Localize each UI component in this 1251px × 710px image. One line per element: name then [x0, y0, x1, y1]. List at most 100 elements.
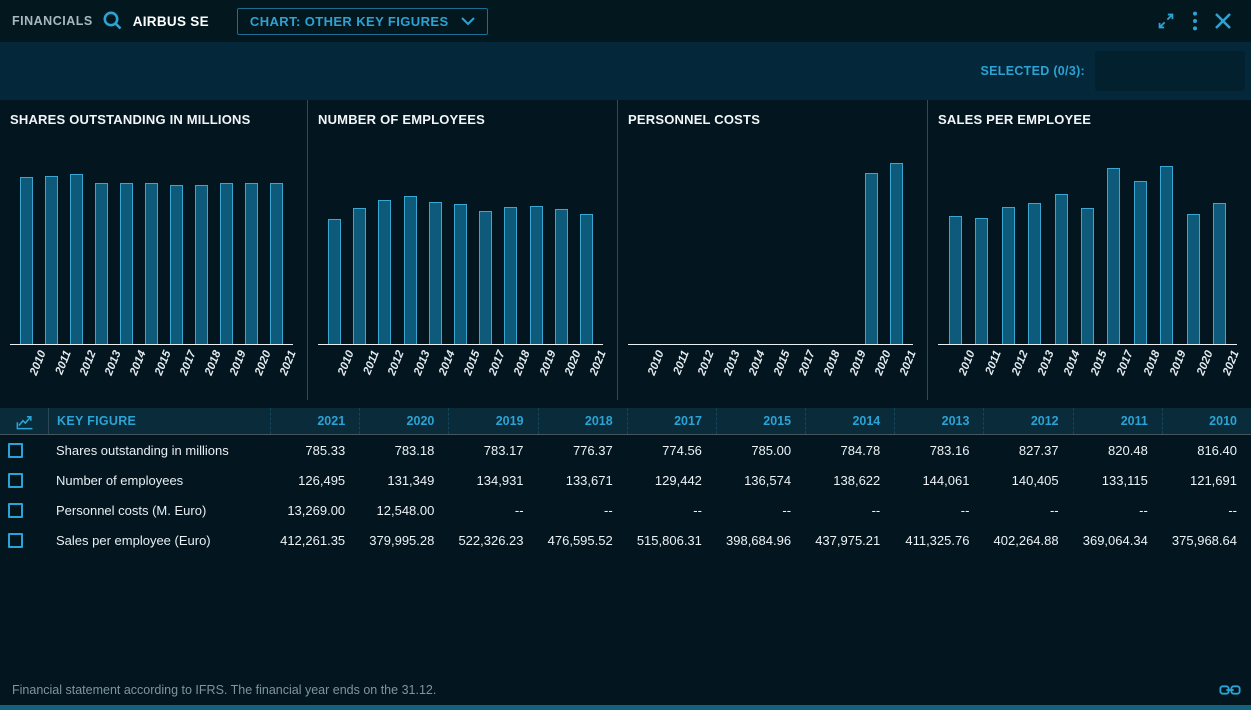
x-axis-label-slot: 2017	[473, 345, 498, 393]
x-axis-label-slot: 2019	[524, 345, 549, 393]
bar-slot	[1154, 166, 1180, 344]
row-checkbox[interactable]	[8, 533, 23, 548]
x-axis-label-slot: 2014	[423, 345, 448, 393]
x-axis-label-slot: 2018	[1127, 345, 1153, 393]
value-cell: --	[448, 503, 537, 518]
bar-slot	[14, 177, 39, 344]
value-cell: 133,115	[1073, 473, 1162, 488]
row-checkbox[interactable]	[8, 503, 23, 518]
year-column-header: 2021	[270, 408, 359, 434]
chart-type-dropdown[interactable]: CHART: OTHER KEY FIGURES	[237, 8, 488, 35]
expand-icon[interactable]	[1155, 10, 1177, 32]
bar	[120, 183, 133, 344]
x-axis-label: 2021	[588, 349, 609, 377]
x-axis-label-slot: 2018	[189, 345, 214, 393]
value-cell: 776.37	[538, 443, 627, 458]
year-column-header: 2017	[627, 408, 716, 434]
chart-title: NUMBER OF EMPLOYEES	[318, 112, 603, 127]
x-axis-label-slot: 2019	[214, 345, 239, 393]
chart-type-dropdown-label: CHART: OTHER KEY FIGURES	[250, 14, 449, 29]
checkbox-cell	[0, 533, 48, 548]
search-icon[interactable]	[101, 9, 125, 33]
bar-slot	[264, 183, 289, 344]
bar	[479, 211, 492, 344]
bar	[949, 216, 962, 344]
x-axis-label-slot: 2012	[682, 345, 707, 393]
selection-input[interactable]	[1095, 51, 1245, 91]
bar-slot	[473, 211, 498, 344]
chart-panel: SHARES OUTSTANDING IN MILLIONS2010201120…	[0, 100, 308, 400]
value-cell: --	[538, 503, 627, 518]
bar	[353, 208, 366, 344]
x-axis-label-slot: 2020	[239, 345, 264, 393]
bar	[45, 176, 58, 344]
row-checkbox[interactable]	[8, 443, 23, 458]
value-cell: 369,064.34	[1073, 533, 1162, 548]
value-cell: 13,269.00	[270, 503, 359, 518]
value-cell: 126,495	[270, 473, 359, 488]
x-axis-label-slot: 2021	[884, 345, 909, 393]
x-axis-label-slot: 2017	[783, 345, 808, 393]
x-axis-label-slot: 2015	[1074, 345, 1100, 393]
bar	[170, 185, 183, 344]
chart-plot-area	[628, 140, 913, 345]
year-column-header: 2020	[359, 408, 448, 434]
value-cell: 398,684.96	[716, 533, 805, 548]
x-axis-label-slot: 2011	[657, 345, 682, 393]
x-axis-labels: 2010201120122013201420152017201820192020…	[10, 345, 293, 393]
bar	[504, 207, 517, 344]
x-axis-label-slot: 2014	[114, 345, 139, 393]
value-cell: --	[805, 503, 894, 518]
bar-slot	[524, 206, 549, 344]
value-cell: 827.37	[983, 443, 1072, 458]
bar	[1107, 168, 1120, 344]
x-axis-label-slot: 2010	[942, 345, 968, 393]
bar-slot	[1048, 194, 1074, 344]
x-axis-label-slot: 2012	[372, 345, 397, 393]
value-cell: 402,264.88	[983, 533, 1072, 548]
bar-slot	[995, 207, 1021, 344]
x-axis-label-slot: 2021	[1207, 345, 1233, 393]
table-header-row: KEY FIGURE202120202019201820172015201420…	[0, 408, 1251, 435]
chart-plot-area	[10, 140, 293, 345]
bar	[1213, 203, 1226, 344]
x-axis-label-slot: 2010	[322, 345, 347, 393]
bar	[1160, 166, 1173, 344]
value-cell: 437,975.21	[805, 533, 894, 548]
value-cell: --	[1073, 503, 1162, 518]
x-axis-label-slot: 2018	[808, 345, 833, 393]
x-axis-label-slot: 2015	[448, 345, 473, 393]
bar-slot	[398, 196, 423, 344]
bar	[865, 173, 878, 344]
x-axis-label-slot: 2013	[1021, 345, 1047, 393]
chart-panel: PERSONNEL COSTS2010201120122013201420152…	[618, 100, 928, 400]
value-cell: 144,061	[894, 473, 983, 488]
checkbox-cell	[0, 443, 48, 458]
bar	[555, 209, 568, 344]
year-column-header: 2012	[983, 408, 1072, 434]
value-cell: 784.78	[805, 443, 894, 458]
bar	[890, 163, 903, 344]
close-icon[interactable]	[1213, 11, 1233, 31]
value-cell: 412,261.35	[270, 533, 359, 548]
row-checkbox[interactable]	[8, 473, 23, 488]
chart-plot-area	[938, 140, 1237, 345]
value-cell: 140,405	[983, 473, 1072, 488]
chain-link-icon[interactable]	[1219, 682, 1241, 698]
bar-slot	[347, 208, 372, 344]
chart-panel: NUMBER OF EMPLOYEES201020112012201320142…	[308, 100, 618, 400]
bar-slot	[942, 216, 968, 344]
x-axis-label-slot: 2012	[995, 345, 1021, 393]
value-cell: 134,931	[448, 473, 537, 488]
bar-slot	[164, 185, 189, 344]
bar-slot	[1207, 203, 1233, 344]
kebab-menu-icon[interactable]	[1192, 10, 1198, 32]
bar-slot	[239, 183, 264, 344]
company-name: AIRBUS SE	[133, 14, 209, 29]
value-cell: 476,595.52	[538, 533, 627, 548]
x-axis-label-slot: 2019	[1154, 345, 1180, 393]
bar-slot	[322, 219, 347, 344]
chart-panel: SALES PER EMPLOYEE2010201120122013201420…	[928, 100, 1251, 400]
bar-slot	[1101, 168, 1127, 344]
footnote: Financial statement according to IFRS. T…	[12, 683, 436, 697]
